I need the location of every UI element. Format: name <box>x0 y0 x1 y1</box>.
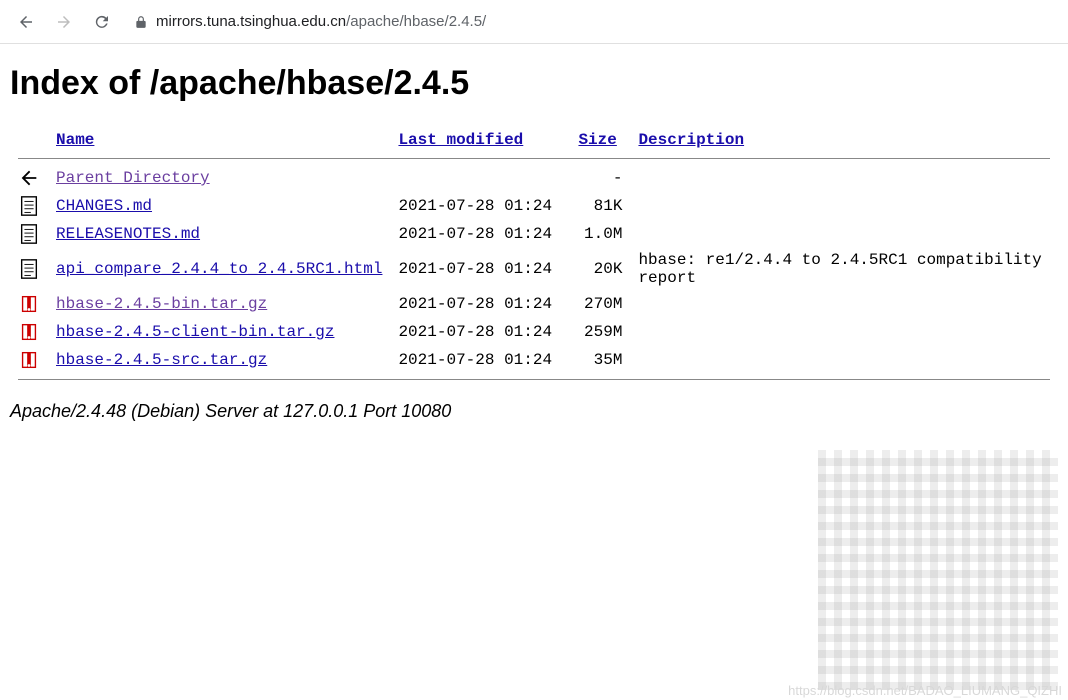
browser-toolbar: mirrors.tuna.tsinghua.edu.cn/apache/hbas… <box>0 0 1068 44</box>
table-row: hbase-2.4.5-bin.tar.gz 2021-07-28 01:2427… <box>10 290 1058 318</box>
url-host: mirrors.tuna.tsinghua.edu.cn <box>156 13 346 30</box>
file-link[interactable]: hbase-2.4.5-client-bin.tar.gz <box>56 323 334 341</box>
sort-description-link[interactable]: Description <box>638 131 744 149</box>
description <box>630 220 1058 248</box>
compressed-icon <box>10 318 48 346</box>
reload-button[interactable] <box>88 8 116 36</box>
url-text: mirrors.tuna.tsinghua.edu.cn/apache/hbas… <box>156 13 486 30</box>
description: hbase: re1/2.4.4 to 2.4.5RC1 compatibili… <box>630 248 1058 290</box>
file-link[interactable]: api_compare_2.4.4_to_2.4.5RC1.html <box>56 260 382 278</box>
description <box>630 318 1058 346</box>
description <box>630 164 1058 192</box>
table-row: RELEASENOTES.md 2021-07-28 01:241.0M <box>10 220 1058 248</box>
file-size: 20K <box>570 248 630 290</box>
sort-size-link[interactable]: Size <box>578 131 616 149</box>
file-link[interactable]: Parent Directory <box>56 169 210 187</box>
description <box>630 192 1058 220</box>
sort-modified-link[interactable]: Last modified <box>398 131 523 149</box>
last-modified: 2021-07-28 01:24 <box>390 346 570 374</box>
file-size: 35M <box>570 346 630 374</box>
page-title: Index of /apache/hbase/2.4.5 <box>10 64 1058 103</box>
table-row: hbase-2.4.5-client-bin.tar.gz 2021-07-28 … <box>10 318 1058 346</box>
file-size: 259M <box>570 318 630 346</box>
file-size: - <box>570 164 630 192</box>
table-row: Parent Directory - <box>10 164 1058 192</box>
back-icon <box>10 164 48 192</box>
qr-code-watermark <box>818 450 1058 690</box>
last-modified: 2021-07-28 01:24 <box>390 290 570 318</box>
table-row: api_compare_2.4.4_to_2.4.5RC1.html 2021-0… <box>10 248 1058 290</box>
file-link[interactable]: hbase-2.4.5-bin.tar.gz <box>56 295 267 313</box>
last-modified: 2021-07-28 01:24 <box>390 248 570 290</box>
url-path: /apache/hbase/2.4.5/ <box>346 13 486 30</box>
forward-button[interactable] <box>50 8 78 36</box>
file-link[interactable]: CHANGES.md <box>56 197 152 215</box>
back-button[interactable] <box>12 8 40 36</box>
file-link[interactable]: RELEASENOTES.md <box>56 225 200 243</box>
table-row: hbase-2.4.5-src.tar.gz 2021-07-28 01:2435… <box>10 346 1058 374</box>
sort-name-link[interactable]: Name <box>56 131 94 149</box>
last-modified: 2021-07-28 01:24 <box>390 220 570 248</box>
file-size: 81K <box>570 192 630 220</box>
text-icon <box>10 248 48 290</box>
file-link[interactable]: hbase-2.4.5-src.tar.gz <box>56 351 267 369</box>
last-modified: 2021-07-28 01:24 <box>390 192 570 220</box>
lock-icon <box>134 15 148 29</box>
text-icon <box>10 192 48 220</box>
directory-listing: Name Last modified Size Description Pare… <box>10 127 1058 385</box>
last-modified <box>390 164 570 192</box>
compressed-icon <box>10 290 48 318</box>
last-modified: 2021-07-28 01:24 <box>390 318 570 346</box>
server-footer: Apache/2.4.48 (Debian) Server at 127.0.0… <box>10 401 1058 422</box>
csdn-watermark: https://blog.csdn.net/BADAO_LIUMANG_QIZH… <box>788 683 1062 698</box>
table-row: CHANGES.md 2021-07-28 01:2481K <box>10 192 1058 220</box>
description <box>630 290 1058 318</box>
address-bar[interactable]: mirrors.tuna.tsinghua.edu.cn/apache/hbas… <box>134 13 486 30</box>
page-content: Index of /apache/hbase/2.4.5 Name Last m… <box>0 44 1068 432</box>
compressed-icon <box>10 346 48 374</box>
file-size: 270M <box>570 290 630 318</box>
header-row: Name Last modified Size Description <box>10 127 1058 153</box>
file-size: 1.0M <box>570 220 630 248</box>
description <box>630 346 1058 374</box>
text-icon <box>10 220 48 248</box>
